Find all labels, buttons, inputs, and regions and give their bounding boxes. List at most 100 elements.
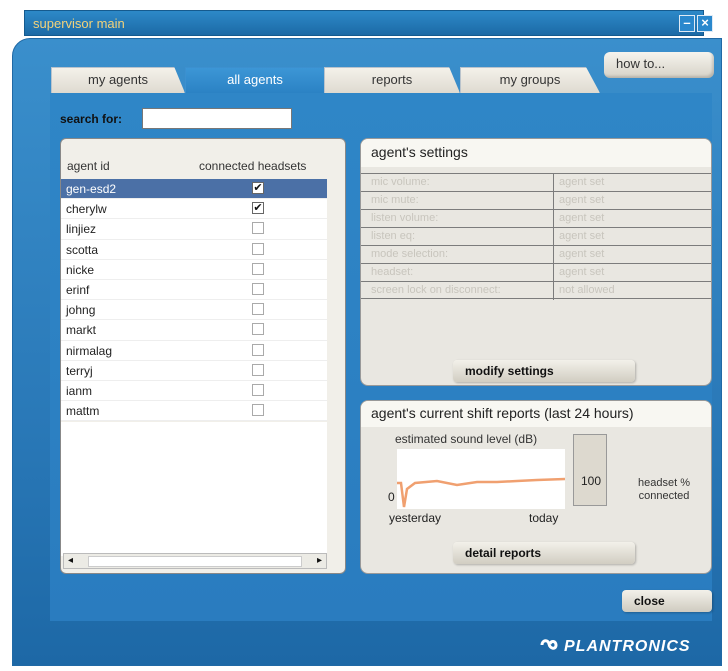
agent-id: erinf <box>66 282 90 297</box>
settings-row: listen volume: agent set <box>361 209 711 228</box>
agent-id: johng <box>66 303 96 318</box>
list-empty-area <box>61 422 327 556</box>
setting-value: agent set <box>559 266 605 278</box>
agent-list: agent id connected headsets gen-esd2 ✔ che… <box>60 138 346 574</box>
connected-headset-checkbox[interactable] <box>252 363 264 376</box>
modify-settings-button[interactable]: modify settings <box>453 360 635 382</box>
scroll-right-icon[interactable]: ▸ <box>317 555 322 566</box>
table-row[interactable]: markt <box>61 320 327 341</box>
setting-value: agent set <box>559 194 605 206</box>
graph-x-end-label: today <box>529 511 559 525</box>
brand-name: PLANTRONICS <box>564 638 691 655</box>
setting-key: listen eq: <box>371 230 416 242</box>
tab-all-agents[interactable]: all agents <box>185 67 325 93</box>
settings-row: mode selection: agent set <box>361 245 711 264</box>
agent-id: markt <box>66 323 96 338</box>
settings-row: headset: agent set <box>361 263 711 282</box>
setting-divider <box>553 192 554 210</box>
setting-divider <box>553 282 554 300</box>
table-row[interactable]: cherylw ✔ <box>61 199 327 220</box>
table-row[interactable]: erinf <box>61 280 327 301</box>
title-bar: supervisor main – × <box>24 10 713 36</box>
connected-headset-checkbox[interactable] <box>252 303 264 316</box>
setting-value: agent set <box>559 248 605 260</box>
setting-key: mic mute: <box>371 194 419 206</box>
table-row[interactable]: johng <box>61 300 327 321</box>
close-button[interactable]: close <box>622 590 712 612</box>
headset-percent-label: headset % connected <box>638 477 690 502</box>
tab-my-agents[interactable]: my agents <box>51 67 185 93</box>
plantronics-logo-icon <box>540 639 558 650</box>
setting-divider <box>553 210 554 228</box>
scroll-track[interactable] <box>88 556 302 567</box>
connected-headset-checkbox[interactable] <box>252 222 264 235</box>
search-input[interactable] <box>142 108 292 129</box>
setting-divider <box>553 264 554 282</box>
settings-table: mic volume: agent set mic mute: agent set li… <box>361 173 711 300</box>
graph-title: estimated sound level (dB) <box>395 432 538 446</box>
setting-key: mic volume: <box>371 176 430 188</box>
plantronics-logo: PLANTRONICS <box>540 638 691 656</box>
tab-my-groups[interactable]: my groups <box>460 67 600 93</box>
settings-row: mic volume: agent set <box>361 173 711 192</box>
setting-divider <box>553 246 554 264</box>
settings-row: mic mute: agent set <box>361 191 711 210</box>
table-row[interactable]: terryj <box>61 361 327 381</box>
connected-headset-checkbox[interactable] <box>252 242 264 255</box>
settings-row: screen lock on disconnect: not allowed <box>361 281 711 300</box>
setting-key: screen lock on disconnect: <box>371 284 501 296</box>
table-row[interactable]: nirmalag <box>61 341 327 361</box>
setting-value: not allowed <box>559 284 615 296</box>
graph-y-min-label: 0 <box>388 490 395 504</box>
setting-key: headset: <box>371 266 414 278</box>
tab-reports[interactable]: reports <box>324 67 460 93</box>
detail-reports-button[interactable]: detail reports <box>453 542 635 564</box>
agent-id: linjiez <box>66 222 97 237</box>
settings-row: listen eq: agent set <box>361 227 711 246</box>
shift-reports-panel: agent's current shift reports (last 24 h… <box>360 400 712 574</box>
column-connected-headsets[interactable]: connected headsets <box>199 159 306 173</box>
how-to-button[interactable]: how to... <box>604 52 714 78</box>
headset-percent-value: 100 <box>581 474 602 488</box>
column-agent-id[interactable]: agent id <box>67 159 110 173</box>
setting-value: agent set <box>559 212 605 224</box>
close-window-button[interactable]: × <box>697 15 713 32</box>
table-row[interactable]: gen-esd2 ✔ <box>61 179 327 200</box>
agent-id: terryj <box>66 363 93 378</box>
sound-level-graph <box>397 449 565 509</box>
setting-key: mode selection: <box>371 248 449 260</box>
connected-headset-checkbox[interactable]: ✔ <box>252 202 264 215</box>
table-row[interactable]: mattm <box>61 401 327 422</box>
agent-id: nirmalag <box>66 343 113 358</box>
table-row[interactable]: scotta <box>61 240 327 260</box>
agent-id: scotta <box>66 242 99 257</box>
setting-divider <box>553 174 554 192</box>
reports-title: agent's current shift reports (last 24 h… <box>361 401 711 427</box>
setting-key: listen volume: <box>371 212 439 224</box>
horizontal-scrollbar[interactable]: ◂ ▸ <box>63 553 327 569</box>
setting-divider <box>553 228 554 246</box>
setting-value: agent set <box>559 230 605 242</box>
agent-rows: gen-esd2 ✔ cherylw ✔ linjiez scotta nicke erinf… <box>61 179 327 422</box>
scroll-left-icon[interactable]: ◂ <box>68 555 73 566</box>
connected-headset-checkbox[interactable] <box>252 383 264 396</box>
connected-headset-checkbox[interactable] <box>252 282 264 295</box>
agent-id: cherylw <box>66 202 107 217</box>
connected-headset-checkbox[interactable] <box>252 323 264 336</box>
table-row[interactable]: ianm <box>61 381 327 402</box>
minimize-button[interactable]: – <box>679 15 695 32</box>
sound-level-line <box>397 477 565 508</box>
agent-settings-panel: agent's settings mic volume: agent set mic… <box>360 138 712 386</box>
connected-headset-checkbox[interactable]: ✔ <box>252 182 264 194</box>
headset-percent-bar <box>573 434 607 506</box>
table-row[interactable]: nicke <box>61 260 327 280</box>
setting-value: agent set <box>559 176 605 188</box>
search-label: search for: <box>60 112 123 126</box>
connected-headset-checkbox[interactable] <box>252 262 264 275</box>
connected-headset-checkbox[interactable] <box>252 404 264 417</box>
table-row[interactable]: linjiez <box>61 219 327 240</box>
agent-list-header: agent id connected headsets <box>61 159 331 177</box>
connected-headset-checkbox[interactable] <box>252 343 264 356</box>
agent-id: gen-esd2 <box>66 182 117 196</box>
window-title: supervisor main <box>33 16 125 31</box>
